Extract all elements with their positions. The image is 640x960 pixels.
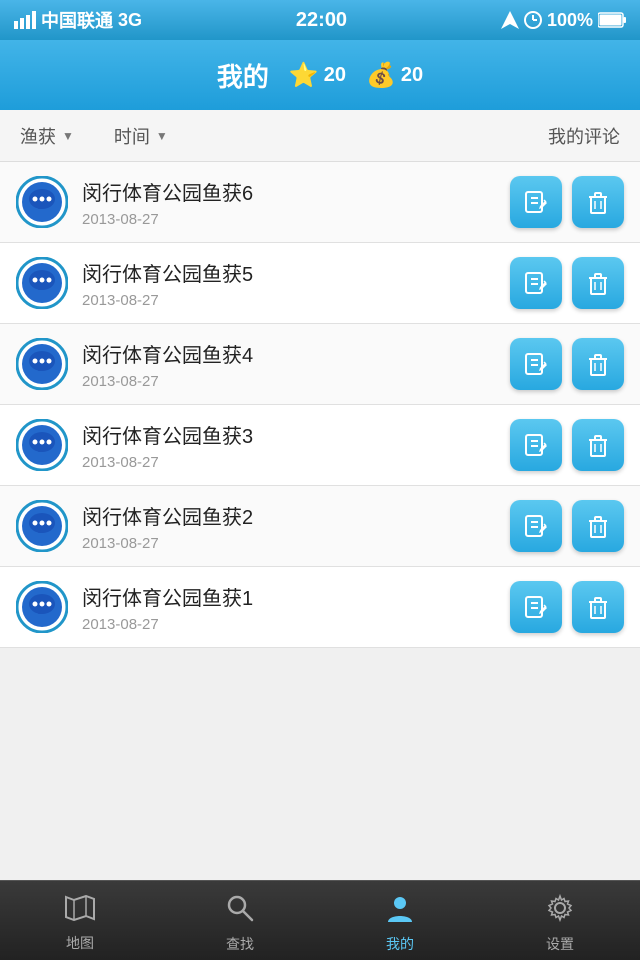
status-right: 100% <box>501 10 626 31</box>
edit-button[interactable] <box>510 338 562 390</box>
item-text: 闵行体育公园鱼获5 2013-08-27 <box>82 258 496 309</box>
nav-search-label: 查找 <box>226 934 254 954</box>
edit-button[interactable] <box>510 500 562 552</box>
person-icon <box>386 894 414 929</box>
signal-icon <box>14 11 36 29</box>
item-text: 闵行体育公园鱼获6 2013-08-27 <box>82 177 496 228</box>
delete-button[interactable] <box>572 257 624 309</box>
item-chat-icon <box>16 500 68 552</box>
list-item: 闵行体育公园鱼获1 2013-08-27 <box>0 567 640 648</box>
nav-mine-label: 我的 <box>386 934 414 954</box>
item-date: 2013-08-27 <box>82 292 496 309</box>
header-title: 我的 <box>217 57 269 94</box>
nav-item-settings[interactable]: 设置 <box>480 888 640 954</box>
list-item: 闵行体育公园鱼获3 2013-08-27 <box>0 405 640 486</box>
nav-settings-label: 设置 <box>546 934 574 954</box>
nav-item-map[interactable]: 地图 <box>0 889 160 953</box>
item-chat-icon <box>16 257 68 309</box>
edit-button[interactable] <box>510 581 562 633</box>
edit-button[interactable] <box>510 257 562 309</box>
star-icon: ⭐ <box>289 61 319 90</box>
item-date: 2013-08-27 <box>82 373 496 390</box>
star-count: 20 <box>324 64 346 87</box>
item-title: 闵行体育公园鱼获4 <box>82 339 496 368</box>
network-label: 3G <box>118 10 142 31</box>
item-actions <box>510 338 624 390</box>
list-item: 闵行体育公园鱼获2 2013-08-27 <box>0 486 640 567</box>
header: 我的 ⭐ 20 💰 20 <box>0 40 640 110</box>
item-title: 闵行体育公园鱼获2 <box>82 501 496 530</box>
star-badge: ⭐ 20 <box>289 61 346 90</box>
money-badge: 💰 20 <box>366 61 423 90</box>
filter-time-label: 时间 <box>114 123 150 149</box>
delete-button[interactable] <box>572 419 624 471</box>
filter-comment-label: 我的评论 <box>548 127 620 147</box>
filter-catch[interactable]: 渔获 ▼ <box>20 123 74 149</box>
status-bar: 中国联通 3G 22:00 100% <box>0 0 640 40</box>
item-title: 闵行体育公园鱼获6 <box>82 177 496 206</box>
location-icon <box>501 11 519 29</box>
item-actions <box>510 257 624 309</box>
map-icon <box>64 895 96 928</box>
delete-button[interactable] <box>572 176 624 228</box>
list-item: 闵行体育公园鱼获6 2013-08-27 <box>0 162 640 243</box>
item-actions <box>510 500 624 552</box>
item-text: 闵行体育公园鱼获1 2013-08-27 <box>82 582 496 633</box>
nav-map-label: 地图 <box>66 933 94 953</box>
item-date: 2013-08-27 <box>82 454 496 471</box>
money-icon: 💰 <box>366 61 396 90</box>
item-title: 闵行体育公园鱼获3 <box>82 420 496 449</box>
item-chat-icon <box>16 419 68 471</box>
money-count: 20 <box>401 64 423 87</box>
bottom-nav: 地图 查找 我的 设置 <box>0 880 640 960</box>
carrier-label: 中国联通 <box>41 7 113 33</box>
gear-icon <box>546 894 574 929</box>
status-left: 中国联通 3G <box>14 7 142 33</box>
battery-icon <box>598 12 626 28</box>
item-chat-icon <box>16 581 68 633</box>
item-date: 2013-08-27 <box>82 616 496 633</box>
filter-comment[interactable]: 我的评论 <box>548 123 620 149</box>
list-container: 闵行体育公园鱼获6 2013-08-27 <box>0 162 640 880</box>
time-arrow-icon: ▼ <box>156 129 168 143</box>
item-actions <box>510 419 624 471</box>
filter-bar: 渔获 ▼ 时间 ▼ 我的评论 <box>0 110 640 162</box>
filter-time[interactable]: 时间 ▼ <box>114 123 168 149</box>
filter-catch-label: 渔获 <box>20 123 56 149</box>
item-chat-icon <box>16 338 68 390</box>
delete-button[interactable] <box>572 338 624 390</box>
search-icon <box>226 894 254 929</box>
battery-label: 100% <box>547 10 593 31</box>
item-date: 2013-08-27 <box>82 535 496 552</box>
nav-item-mine[interactable]: 我的 <box>320 888 480 954</box>
item-title: 闵行体育公园鱼获1 <box>82 582 496 611</box>
item-text: 闵行体育公园鱼获2 2013-08-27 <box>82 501 496 552</box>
item-chat-icon <box>16 176 68 228</box>
edit-button[interactable] <box>510 176 562 228</box>
nav-item-search[interactable]: 查找 <box>160 888 320 954</box>
delete-button[interactable] <box>572 500 624 552</box>
list-item: 闵行体育公园鱼获4 2013-08-27 <box>0 324 640 405</box>
item-title: 闵行体育公园鱼获5 <box>82 258 496 287</box>
item-text: 闵行体育公园鱼获4 2013-08-27 <box>82 339 496 390</box>
item-date: 2013-08-27 <box>82 211 496 228</box>
edit-button[interactable] <box>510 419 562 471</box>
time-label: 22:00 <box>296 9 347 32</box>
item-actions <box>510 176 624 228</box>
item-text: 闵行体育公园鱼获3 2013-08-27 <box>82 420 496 471</box>
list-item: 闵行体育公园鱼获5 2013-08-27 <box>0 243 640 324</box>
clock-icon <box>524 11 542 29</box>
item-actions <box>510 581 624 633</box>
catch-arrow-icon: ▼ <box>62 129 74 143</box>
delete-button[interactable] <box>572 581 624 633</box>
